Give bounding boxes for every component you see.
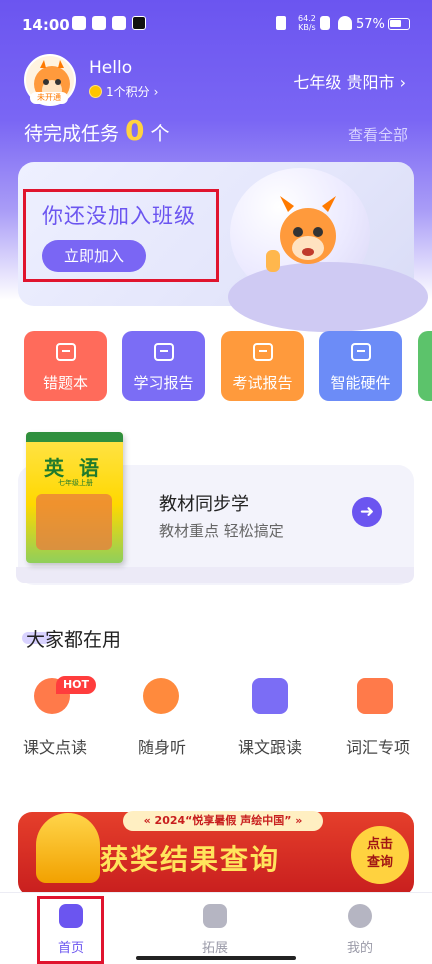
feature-text-reading[interactable]: 课文点读	[10, 734, 100, 758]
membership-tag: 未开通	[30, 92, 68, 104]
pending-tasks-label: 待完成任务	[24, 123, 120, 145]
tile-label: 学习报告	[133, 374, 194, 392]
section-title: 大家都在用	[26, 629, 122, 651]
tile-partial[interactable]	[418, 331, 432, 401]
grade-location-selector[interactable]: 七年级 贵阳市 ›	[293, 69, 406, 93]
greeting: Hello	[89, 58, 133, 78]
pending-tasks: 待完成任务 0 个	[24, 114, 170, 147]
cover-illustration	[36, 494, 112, 550]
tab-label: 我的	[346, 941, 373, 956]
tab-explore[interactable]: 拓展	[165, 892, 265, 964]
points-label: 1个积分	[106, 85, 150, 99]
sim-icon	[320, 16, 330, 30]
profile-icon	[348, 904, 372, 928]
status-time: 14:00	[22, 16, 70, 34]
banner-button-line: 点击	[366, 837, 393, 852]
textbook-cover[interactable]: 英 语 七年级上册	[26, 432, 123, 563]
notebook-icon	[56, 343, 76, 361]
points-link[interactable]: 1个积分 ›	[89, 83, 158, 100]
textbook-subtitle: 教材重点 轻松搞定	[159, 522, 284, 540]
pending-tasks-unit: 个	[150, 123, 170, 145]
network-speed-value: 64.2	[298, 14, 316, 23]
tile-smart-hardware[interactable]: 智能硬件	[319, 331, 402, 401]
tiktok-icon	[132, 16, 146, 30]
cover-subtitle: 七年级上册	[58, 479, 93, 487]
battery-icon	[388, 18, 410, 30]
vocabulary-icon[interactable]	[357, 678, 393, 714]
chevron-right-icon: ›	[153, 84, 159, 99]
expand-icon	[203, 904, 227, 928]
textbook-shelf	[16, 567, 414, 583]
grade-location-label: 七年级 贵阳市	[293, 73, 395, 92]
notification-icon	[72, 16, 86, 30]
cover-title: 英 语	[44, 456, 103, 480]
banner-title: 获奖结果查询	[100, 843, 281, 876]
notification-icon	[112, 16, 126, 30]
book-follow-icon[interactable]	[252, 678, 288, 714]
wifi-icon	[338, 16, 352, 30]
status-bar: 14:00 64.2 KB/s 57%	[0, 0, 432, 48]
tile-label: 考试报告	[232, 374, 293, 392]
tab-label: 拓展	[201, 941, 228, 956]
trophy-icon	[36, 813, 100, 883]
tile-study-report[interactable]: 学习报告	[122, 331, 205, 401]
highlight-box	[23, 189, 219, 282]
cover-band	[26, 432, 123, 442]
feature-vocabulary[interactable]: 词汇专项	[333, 734, 423, 758]
network-speed-unit: KB/s	[298, 23, 316, 32]
chevron-right-icon: ›	[399, 73, 406, 92]
headphones-icon[interactable]	[143, 678, 179, 714]
view-all-link[interactable]: 查看全部	[348, 124, 408, 145]
chart-icon	[253, 343, 273, 361]
coin-icon	[89, 85, 102, 98]
network-speed: 64.2 KB/s	[298, 14, 316, 32]
banner-event-name: « 2024“悦享暑假 声绘中国” »	[123, 811, 323, 831]
banner-query-button[interactable]: 点击 查询	[351, 826, 409, 884]
highlight-box	[37, 896, 104, 964]
tile-wrong-questions[interactable]: 错题本	[24, 331, 107, 401]
textbook-title: 教材同步学	[159, 494, 249, 515]
feature-follow-reading[interactable]: 课文跟读	[225, 734, 315, 758]
arrow-right-icon[interactable]: ➜	[352, 497, 382, 527]
home-indicator	[136, 956, 296, 960]
banner-button-line: 查询	[366, 855, 393, 870]
feature-listen[interactable]: 随身听	[117, 734, 207, 758]
battery-percent: 57%	[356, 17, 385, 32]
pending-tasks-count: 0	[125, 114, 145, 147]
device-icon	[351, 343, 371, 361]
tab-mine[interactable]: 我的	[310, 892, 410, 964]
tile-exam-report[interactable]: 考试报告	[221, 331, 304, 401]
tile-label: 错题本	[42, 374, 88, 392]
report-icon	[154, 343, 174, 361]
vibrate-icon	[276, 16, 286, 30]
tile-label: 智能硬件	[330, 374, 391, 392]
hot-badge: HOT	[56, 676, 96, 694]
notification-icon	[92, 16, 106, 30]
deer-mascot-icon	[266, 196, 336, 272]
